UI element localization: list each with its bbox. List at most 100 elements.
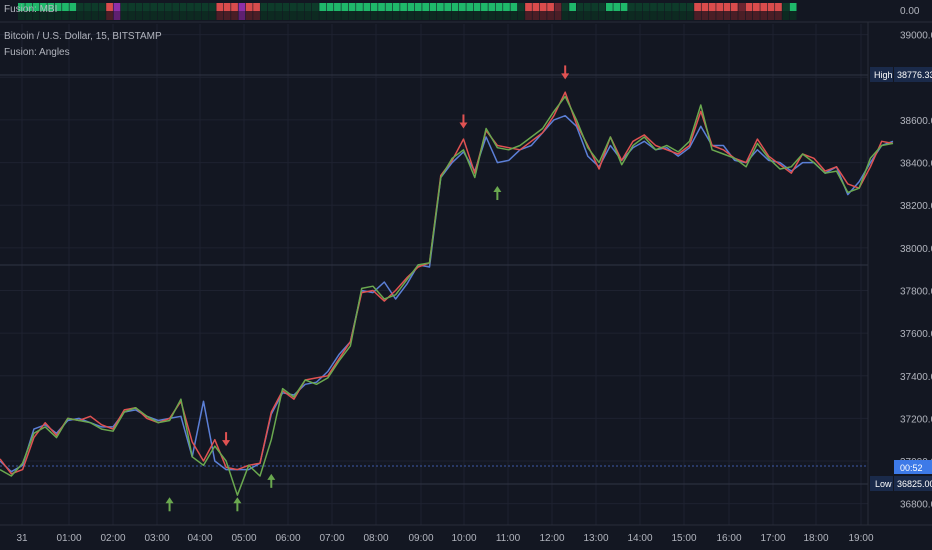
time-tick-label: 04:00	[187, 533, 212, 544]
mbi-cell	[525, 3, 532, 11]
mbi-cell-lower	[561, 11, 569, 20]
mbi-cell-lower	[451, 11, 459, 20]
time-tick-label: 12:00	[539, 533, 564, 544]
mbi-cell	[120, 3, 128, 11]
mbi-cell	[363, 3, 371, 11]
mbi-cell-lower	[370, 11, 378, 20]
mbi-cell	[495, 3, 503, 11]
mbi-cell	[561, 3, 569, 11]
mbi-cell	[113, 3, 121, 11]
mbi-cell-lower	[120, 11, 128, 20]
time-tick-label: 15:00	[671, 533, 696, 544]
price-tick-label: 38000.00	[900, 244, 932, 255]
mbi-cell-lower	[554, 11, 562, 20]
mbi-cell-lower	[576, 11, 584, 20]
mbi-cell-lower	[620, 11, 628, 20]
mbi-cell	[187, 3, 194, 11]
mbi-cell	[414, 3, 422, 11]
mbi-cell-lower	[289, 11, 297, 20]
mbi-cell-lower	[679, 11, 687, 20]
mbi-cell	[282, 3, 290, 11]
mbi-cell	[488, 3, 496, 11]
mbi-cell-lower	[113, 11, 121, 20]
mbi-cell-lower	[701, 11, 709, 20]
mbi-cell	[128, 3, 135, 11]
mbi-cell-lower	[694, 11, 701, 20]
mbi-cell-lower	[179, 11, 187, 20]
mbi-cell-lower	[267, 11, 275, 20]
mbi-cell	[260, 3, 268, 11]
mbi-cell	[473, 3, 481, 11]
mbi-cell-lower	[297, 11, 305, 20]
time-tick-label: 10:00	[451, 533, 476, 544]
mbi-cell-lower	[495, 11, 503, 20]
price-tick-label: 39000.00	[900, 31, 932, 42]
mbi-cell	[606, 3, 613, 11]
mbi-cell	[466, 3, 474, 11]
mbi-cell-lower	[341, 11, 349, 20]
mbi-cell	[194, 3, 202, 11]
mbi-cell-lower	[532, 11, 540, 20]
mbi-cell-lower	[723, 11, 731, 20]
mbi-cell	[583, 3, 591, 11]
mbi-cell-lower	[62, 11, 69, 20]
mbi-cell	[554, 3, 562, 11]
mbi-cell-lower	[525, 11, 532, 20]
mbi-cell-lower	[473, 11, 481, 20]
mbi-cell	[760, 3, 768, 11]
mbi-cell	[451, 3, 459, 11]
price-chart[interactable]: 0.0039000.0038800.0038600.0038400.003820…	[0, 0, 932, 550]
mbi-cell	[378, 3, 385, 11]
mbi-cell-lower	[466, 11, 474, 20]
price-tick-label: 37800.00	[900, 286, 932, 297]
time-tick-label: 13:00	[583, 533, 608, 544]
mbi-cell-lower	[348, 11, 356, 20]
mbi-cell	[686, 3, 694, 11]
mbi-cell-lower	[775, 11, 782, 20]
mbi-cell	[304, 3, 312, 11]
mbi-cell-lower	[598, 11, 606, 20]
mbi-cell-lower	[539, 11, 547, 20]
mbi-cell	[657, 3, 665, 11]
mbi-cell-lower	[547, 11, 554, 20]
mbi-cell	[275, 3, 282, 11]
mbi-cell-lower	[363, 11, 371, 20]
price-tick-label: 37600.00	[900, 329, 932, 340]
mbi-cell-lower	[378, 11, 385, 20]
mbi-cell-lower	[708, 11, 716, 20]
mbi-cell	[223, 3, 231, 11]
mbi-cell-lower	[135, 11, 143, 20]
mbi-cell-lower	[760, 11, 768, 20]
mbi-cell	[231, 3, 238, 11]
mbi-cell-lower	[69, 11, 77, 20]
symbol-title[interactable]: Bitcoin / U.S. Dollar, 15, BITSTAMP	[4, 31, 162, 42]
price-tick-label: 38200.00	[900, 201, 932, 212]
mbi-cell	[694, 3, 701, 11]
mbi-cell	[392, 3, 400, 11]
mbi-cell-lower	[128, 11, 135, 20]
time-tick-label: 09:00	[408, 533, 433, 544]
mbi-cell	[370, 3, 378, 11]
mbi-cell	[172, 3, 180, 11]
mbi-cell-lower	[767, 11, 775, 20]
mbi-cell	[672, 3, 679, 11]
mbi-cell	[598, 3, 606, 11]
mbi-cell-lower	[488, 11, 496, 20]
mbi-cell	[532, 3, 540, 11]
mbi-cell-lower	[436, 11, 444, 20]
mbi-cell-lower	[98, 11, 106, 20]
time-tick-label: 31	[16, 533, 28, 544]
mbi-cell	[400, 3, 407, 11]
mbi-cell-lower	[407, 11, 415, 20]
price-tick-label: 36800.00	[900, 500, 932, 511]
mbi-cell-lower	[106, 11, 113, 20]
high-value: 38776.33	[897, 70, 932, 80]
mbi-cell-lower	[231, 11, 238, 20]
time-tick-label: 18:00	[803, 533, 828, 544]
mbi-cell	[69, 3, 77, 11]
indicator-title[interactable]: Fusion: Angles	[4, 47, 70, 58]
mbi-cell	[297, 3, 305, 11]
mbi-cell-lower	[400, 11, 407, 20]
mbi-cell-lower	[782, 11, 790, 20]
mbi-cell-lower	[194, 11, 202, 20]
